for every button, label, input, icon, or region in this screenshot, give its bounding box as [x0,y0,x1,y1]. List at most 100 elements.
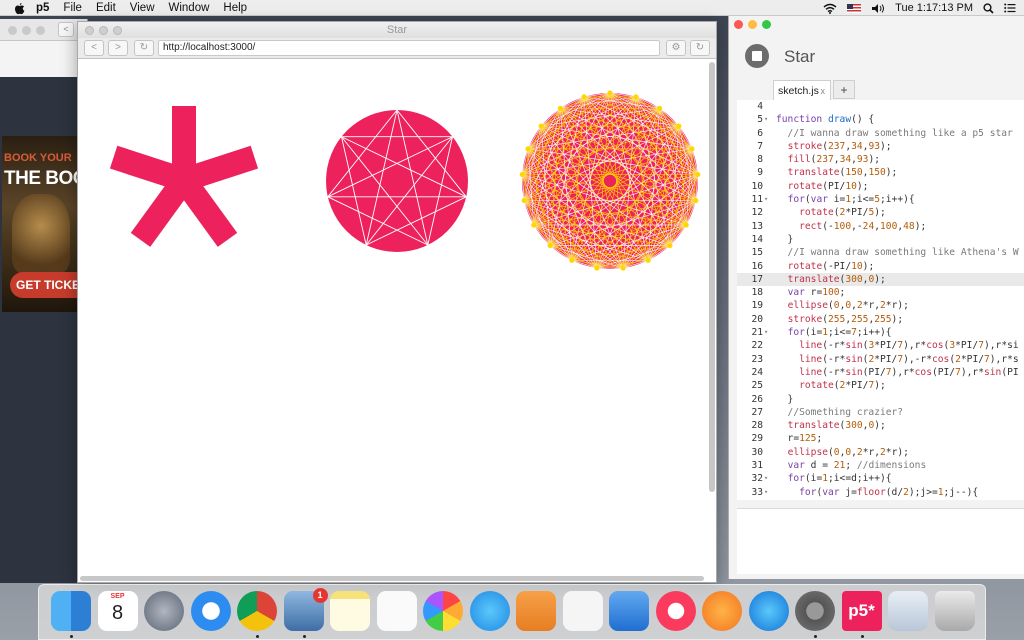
notes-icon[interactable] [330,591,370,631]
photos-icon[interactable] [423,591,463,631]
code-text[interactable]: line(-r*sin(3*PI/7),r*cos(3*PI/7),r*si [776,339,1019,352]
code-line[interactable]: 13 rect(-100,-24,100,48); [737,220,1024,233]
minimize-button[interactable] [99,26,108,35]
chrome-icon[interactable] [237,591,277,631]
menu-file[interactable]: File [63,0,82,16]
sketch-canvas-area[interactable] [78,60,708,580]
close-button[interactable] [85,26,94,35]
menu-app-name[interactable]: p5 [36,0,49,16]
code-line[interactable]: 23 line(-r*sin(2*PI/7),-r*cos(2*PI/7),r*… [737,353,1024,366]
background-window-titlebar[interactable]: < [0,19,87,41]
apple-icon[interactable] [12,1,26,15]
background-browser-window[interactable]: < BOOK YOUR THE BOOK GET TICKETS [0,19,88,583]
code-text[interactable]: if (j%2){ [776,499,863,501]
launchpad-icon[interactable] [144,591,184,631]
code-line[interactable]: 33 ▾ for(var j=floor(d/2);j>=1;j--){ [737,486,1024,499]
close-button[interactable] [734,20,743,29]
preview-icon[interactable] [888,591,928,631]
code-text[interactable]: rotate(PI/10); [776,180,869,193]
code-line[interactable]: 16 rotate(-PI/10); [737,260,1024,273]
code-text[interactable]: var r=100; [776,286,846,299]
pages-icon[interactable] [516,591,556,631]
code-line[interactable]: 31 var d = 21; //dimensions [737,459,1024,472]
back-arrow-icon[interactable]: < [58,22,74,37]
code-line[interactable]: 29 r=125; [737,432,1024,445]
tab-sketch-js[interactable]: sketch.js x [773,80,831,100]
tab-close-icon[interactable]: x [821,81,826,101]
horizontal-scrollbar[interactable] [80,576,704,581]
spotlight-search-icon[interactable] [983,2,994,14]
code-text[interactable]: ellipse(0,0,2*r,2*r); [776,299,909,312]
code-text[interactable]: } [776,233,794,246]
code-line[interactable]: 30 ellipse(0,0,2*r,2*r); [737,446,1024,459]
code-text[interactable]: line(-r*sin(2*PI/7),-r*cos(2*PI/7),r*s [776,353,1019,366]
volume-icon[interactable] [871,3,885,14]
books-icon[interactable] [702,591,742,631]
code-text[interactable]: translate(300,0); [776,273,886,286]
code-line[interactable]: 22 line(-r*sin(3*PI/7),r*cos(3*PI/7),r*s… [737,339,1024,352]
fold-arrow-icon[interactable]: ▾ [764,486,768,499]
code-line[interactable]: 7 stroke(237,34,93); [737,140,1024,153]
code-line[interactable]: 19 ellipse(0,0,2*r,2*r); [737,299,1024,312]
code-text[interactable]: stroke(237,34,93); [776,140,892,153]
code-text[interactable]: //Something crazier? [776,406,904,419]
code-text[interactable]: rotate(-PI/10); [776,260,875,273]
forward-button[interactable]: > [108,40,128,56]
code-text[interactable]: //I wanna draw something like a p5 star [776,127,1013,140]
zoom-button[interactable] [36,26,45,35]
minimize-button[interactable] [748,20,757,29]
code-line[interactable]: 5 ▾ function draw() { [737,113,1024,126]
code-text[interactable]: //I wanna draw something like Athena's W [776,246,1019,259]
code-line[interactable]: 9 translate(150,150); [737,166,1024,179]
code-line[interactable]: 24 line(-r*sin(PI/7),r*cos(PI/7),r*sin(P… [737,366,1024,379]
code-line[interactable]: 4 [737,100,1024,113]
menu-edit[interactable]: Edit [96,0,116,16]
keynote-icon[interactable] [609,591,649,631]
code-line[interactable]: 17 translate(300,0); [737,272,1024,287]
get-tickets-button[interactable]: GET TICKETS [10,272,78,298]
code-line[interactable]: 32 ▾ for(i=1;i<=d;i++){ [737,472,1024,485]
browser-window[interactable]: Star < > ↻ http://localhost:3000/ ⚙ ↻ [77,21,717,583]
fold-arrow-icon[interactable]: ▾ [764,499,768,500]
add-tab-button[interactable]: + [833,80,855,99]
fold-arrow-icon[interactable]: ▾ [764,472,768,485]
console-panel[interactable] [737,508,1024,574]
menubar-clock[interactable]: Tue 1:17:13 PM [895,2,973,14]
menu-view[interactable]: View [130,0,155,16]
back-button[interactable]: < [84,40,104,56]
code-line[interactable]: 18 var r=100; [737,286,1024,299]
code-text[interactable]: function draw() { [776,113,874,126]
code-line[interactable]: 27 //Something crazier? [737,406,1024,419]
code-text[interactable]: translate(150,150); [776,166,898,179]
p5-icon[interactable]: p5* [841,591,882,631]
code-line[interactable]: 11 ▾ for(var i=1;i<=5;i++){ [737,193,1024,206]
wifi-icon[interactable] [823,3,837,14]
close-button[interactable] [8,26,17,35]
fold-arrow-icon[interactable]: ▾ [764,193,768,206]
safari-icon[interactable] [190,591,231,631]
fold-arrow-icon[interactable]: ▾ [764,326,768,339]
sketch-canvas[interactable] [78,60,708,580]
advertisement-banner[interactable]: BOOK YOUR THE BOOK GET TICKETS [2,136,78,312]
code-text[interactable]: translate(300,0); [776,419,886,432]
p5-editor-window[interactable]: Star sketch.js x + 4 5 ▾ function draw() {6… [728,16,1024,579]
browser-titlebar[interactable]: Star [78,22,716,38]
url-field[interactable]: http://localhost:3000/ [158,40,660,56]
calendar-icon[interactable]: SEP 8 [97,591,138,631]
zoom-button[interactable] [113,26,122,35]
code-line[interactable]: 8 fill(237,34,93); [737,153,1024,166]
fold-arrow-icon[interactable]: ▾ [764,113,768,126]
code-text[interactable]: ellipse(0,0,2*r,2*r); [776,446,909,459]
code-text[interactable]: stroke(255,255,255); [776,313,904,326]
reminders-icon[interactable] [376,591,417,631]
stop-button[interactable] [745,44,769,68]
code-text[interactable]: for(i=1;i<=7;i++){ [776,326,892,339]
code-line[interactable]: 20 stroke(255,255,255); [737,313,1024,326]
us-flag-icon[interactable] [847,3,862,13]
trash-icon[interactable] [934,591,975,631]
code-line[interactable]: 34▾ if (j%2){ [737,499,1024,501]
code-line[interactable]: 10 rotate(PI/10); [737,180,1024,193]
code-text[interactable]: rotate(2*PI/7); [776,379,886,392]
settings-gear-icon[interactable]: ⚙ [666,40,686,56]
reload-icon[interactable]: ↻ [134,40,154,56]
